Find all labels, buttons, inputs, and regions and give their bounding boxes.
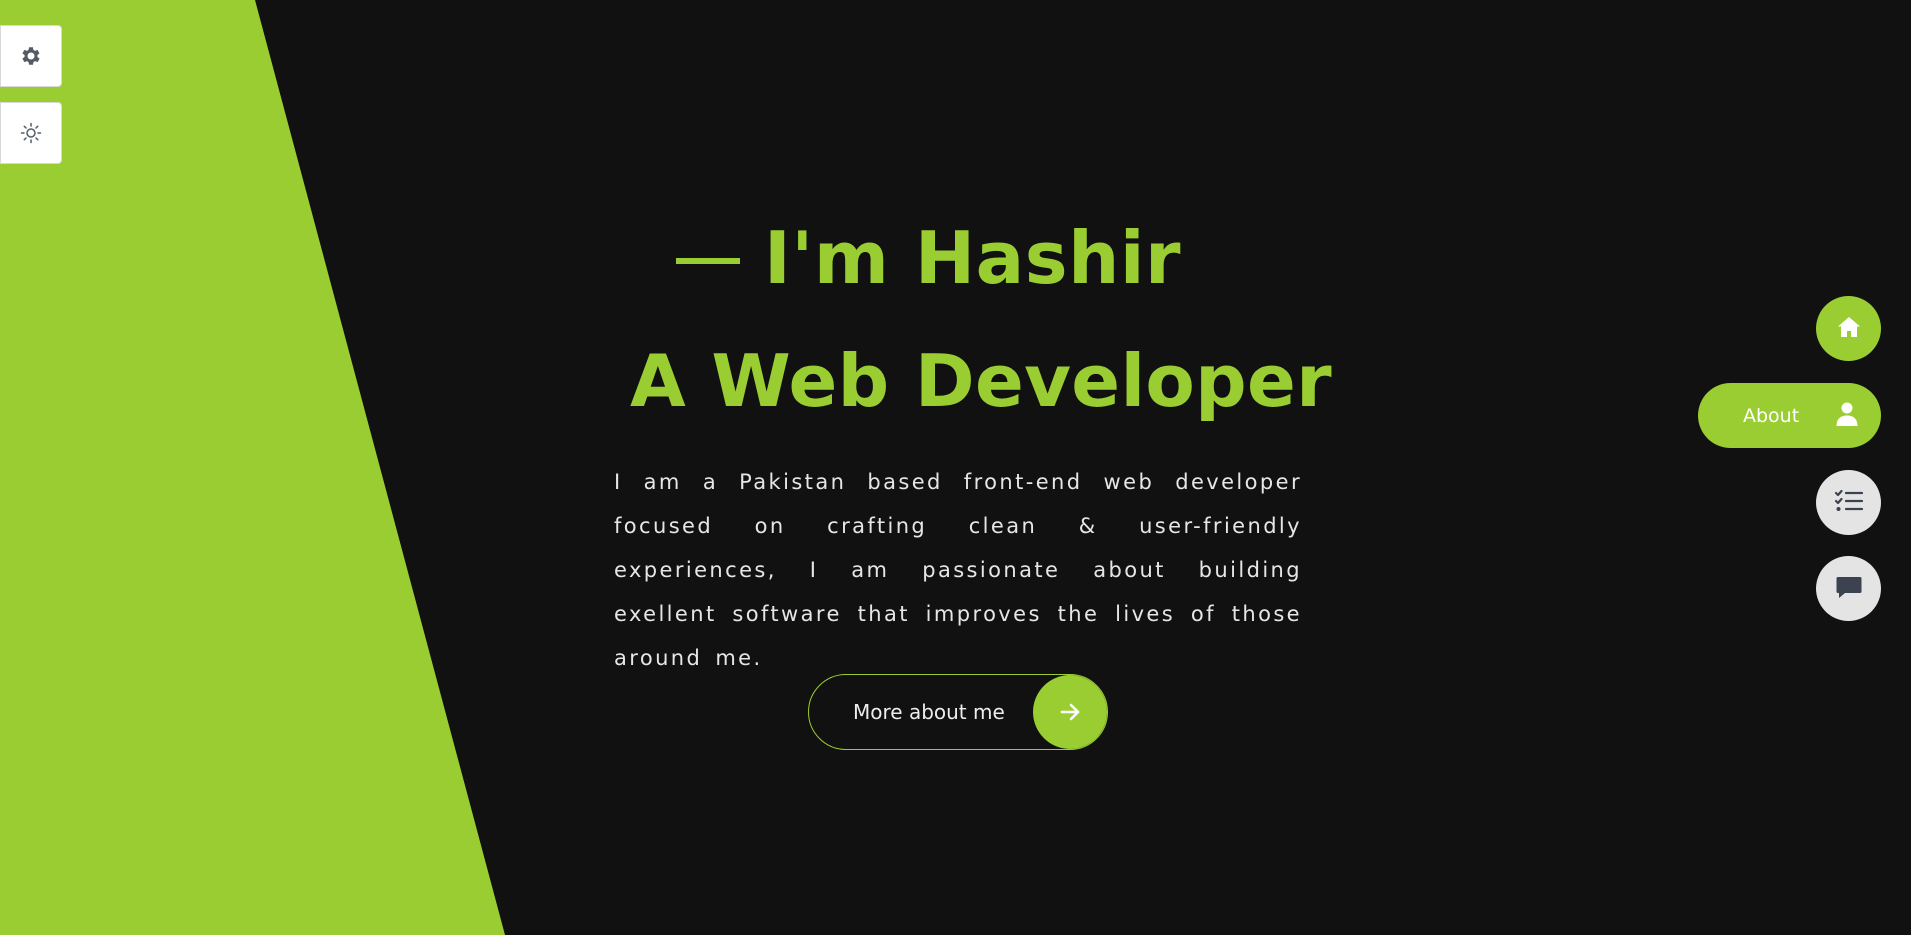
- home-icon: [1835, 313, 1863, 345]
- nav-about-label: About: [1743, 404, 1800, 427]
- hero-bio: I am a Pakistan based front-end web deve…: [614, 470, 1302, 670]
- hero-role: A Web Developer: [630, 339, 1332, 423]
- greeting-dash: [676, 258, 740, 264]
- nav-about-button[interactable]: About: [1698, 383, 1881, 448]
- nav-contact-button[interactable]: [1816, 556, 1881, 621]
- user-icon: [1835, 401, 1859, 431]
- page: I'm Hashir A Web Developer I am a Pakist…: [0, 0, 1911, 935]
- cta-label: More about me: [853, 700, 1005, 724]
- arrow-right-icon: [1033, 675, 1107, 749]
- hero-section: I'm Hashir A Web Developer I am a Pakist…: [0, 0, 1911, 935]
- nav-resume-button[interactable]: [1816, 470, 1881, 535]
- chat-icon: [1835, 573, 1863, 605]
- hero-greeting: I'm Hashir: [676, 222, 1181, 294]
- greeting-text: I'm Hashir: [764, 216, 1182, 300]
- more-about-me-button[interactable]: More about me: [808, 674, 1108, 750]
- list-check-icon: [1834, 488, 1864, 518]
- nav-home-button[interactable]: [1816, 296, 1881, 361]
